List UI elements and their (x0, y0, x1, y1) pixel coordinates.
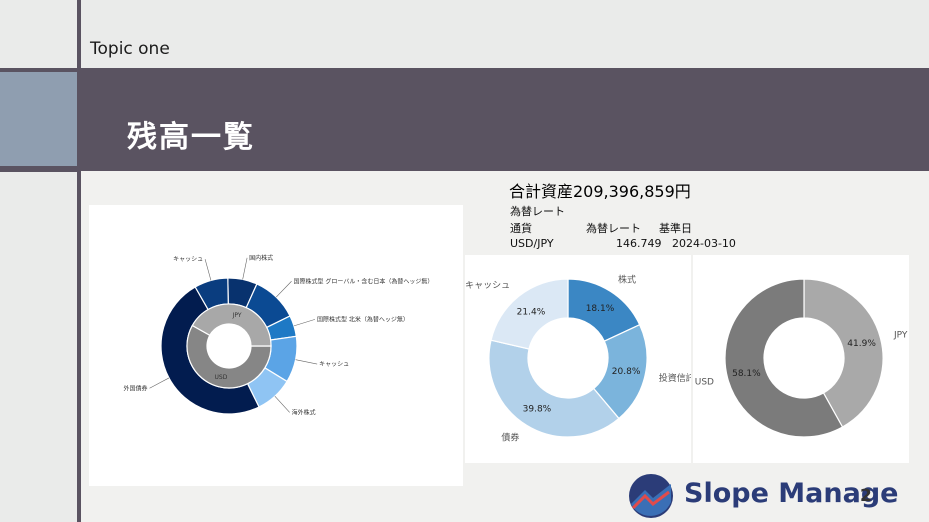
fx-date: 2024-03-10 (672, 237, 736, 250)
outer-ring-label: 国際株式型 グローバル・含む日本（為替ヘッジ無） (294, 277, 434, 285)
currency-donut: 41.9% JPY 58.1% USD (695, 278, 908, 438)
fx-header-rate: 為替レート (586, 222, 641, 235)
fx-header-date: 基準日 (659, 222, 692, 235)
outer-ring-label: 国内株式 (249, 254, 273, 262)
total-assets: 合計資産209,396,859円 (509, 182, 691, 201)
asset-class-donut: 18.1% 株式 20.8% 投資信託 39.8% 債券 21.4% キャッシュ (465, 274, 695, 444)
sunburst-panel: 国内株式国際株式型 グローバル・含む日本（為替ヘッジ無） 国際株式型 北米（為替ヘ… (89, 205, 463, 486)
inner-ring-label: JPY (232, 312, 242, 319)
currency-category-label: USD (695, 377, 714, 387)
currency-percent-label: 41.9% (847, 339, 876, 349)
asset-class-category-label: 投資信託 (659, 372, 691, 384)
accent-block (0, 72, 77, 166)
outer-ring-label: キャッシュ (173, 256, 203, 263)
leader-line (295, 359, 318, 365)
asset-class-category-label: 株式 (618, 274, 636, 286)
asset-class-percent-label: 18.1% (586, 304, 615, 314)
horizontal-divider (0, 170, 77, 172)
leader-line (293, 319, 316, 327)
outer-ring-label: キャッシュ (319, 361, 349, 368)
currency-panel: 41.9% JPY 58.1% USD (693, 255, 909, 463)
sunburst-chart: 国内株式国際株式型 グローバル・含む日本（為替ヘッジ無） 国際株式型 北米（為替ヘ… (124, 254, 434, 417)
outer-ring-label: 外国債券 (124, 384, 148, 392)
fx-currency: USD/JPY (510, 237, 554, 250)
outer-ring-label: 国際株式型 北米（為替ヘッジ無） (317, 315, 409, 323)
fx-rate: 146.749 (616, 237, 662, 250)
leader-line (274, 396, 290, 413)
asset-class-percent-label: 21.4% (517, 307, 546, 317)
leader-line (276, 281, 292, 298)
inner-ring-label: USD (215, 374, 228, 381)
currency-percent-label: 58.1% (732, 369, 761, 379)
page-title: 残高一覧 (127, 120, 255, 155)
leader-line (204, 259, 212, 281)
leader-line (242, 257, 248, 280)
slope-manage-logo-icon (629, 474, 673, 518)
fx-header-currency: 通貨 (510, 222, 532, 235)
page-number: 2 (860, 486, 872, 506)
asset-class-panel: 18.1% 株式 20.8% 投資信託 39.8% 債券 21.4% キャッシュ (465, 255, 695, 463)
currency-category-label: JPY (893, 331, 908, 341)
asset-class-category-label: 債券 (501, 431, 519, 443)
fx-title: 為替レート (510, 205, 565, 218)
asset-class-percent-label: 39.8% (523, 405, 552, 415)
leader-line (149, 377, 170, 389)
topic-label: Topic one (90, 39, 170, 59)
asset-class-percent-label: 20.8% (612, 367, 641, 377)
outer-ring-label: 海外株式 (292, 408, 316, 416)
asset-class-category-label: キャッシュ (465, 281, 510, 291)
